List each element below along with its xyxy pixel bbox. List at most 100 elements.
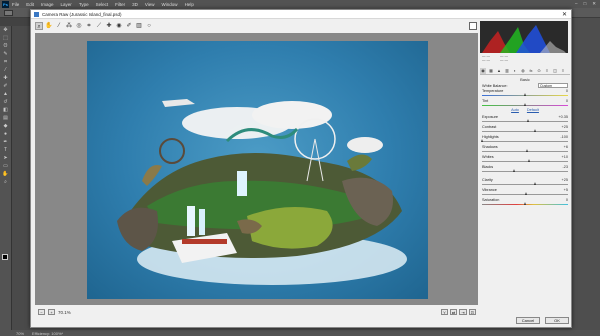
spot-removal-icon[interactable]: ✚ [105, 22, 113, 30]
saturation-value[interactable]: 0 [566, 198, 568, 202]
targeted-adjustment-icon[interactable]: ◎ [75, 22, 83, 30]
blacks-slider-thumb[interactable] [513, 169, 516, 172]
toggle-settings-icon[interactable]: ⊡ [468, 309, 476, 315]
graduated-filter-icon[interactable]: ▥ [135, 22, 143, 30]
saturation-slider-thumb[interactable] [523, 202, 526, 205]
clarity-value[interactable]: +25 [562, 178, 568, 182]
crop-tool-icon[interactable]: ⌗ [85, 22, 93, 30]
tab-presets-icon[interactable]: ≡ [544, 68, 550, 74]
ok-button[interactable]: OK [545, 317, 569, 324]
zoom-in-button[interactable]: + [48, 309, 55, 315]
vibrance-slider[interactable] [482, 192, 568, 196]
before-after-view-icon[interactable]: Y [440, 309, 448, 315]
type-tool-icon[interactable]: T [2, 147, 10, 154]
whites-value[interactable]: +10 [562, 155, 568, 159]
zoom-out-button[interactable]: − [38, 309, 45, 315]
copy-settings-icon[interactable]: ⇥ [459, 309, 467, 315]
whites-slider[interactable] [482, 159, 568, 163]
shadows-slider[interactable] [482, 149, 568, 153]
temperature-slider-thumb[interactable] [523, 93, 526, 96]
eyedropper-tool-icon[interactable]: ⁄ [2, 67, 10, 74]
straighten-tool-icon[interactable]: ⟋ [95, 22, 103, 30]
menu-layer[interactable]: Layer [61, 2, 72, 7]
adjustment-brush-icon[interactable]: ✐ [125, 22, 133, 30]
radial-filter-icon[interactable]: ○ [145, 22, 153, 30]
highlights-value[interactable]: -100 [560, 135, 568, 139]
menu-edit[interactable]: Edit [26, 2, 34, 7]
tool-preset-picker[interactable] [4, 10, 13, 16]
zoom-level[interactable]: 70.1% [58, 310, 71, 315]
vibrance-slider-thumb[interactable] [525, 192, 528, 195]
temperature-slider[interactable] [482, 93, 568, 97]
hand-tool-icon[interactable]: ✋ [2, 171, 10, 178]
swap-settings-icon[interactable]: ⇄ [449, 309, 458, 315]
eraser-tool-icon[interactable]: ◧ [2, 107, 10, 114]
tab-snapshots-icon[interactable]: ◫ [552, 68, 558, 74]
highlights-slider-thumb[interactable] [480, 139, 483, 142]
contrast-value[interactable]: +25 [562, 125, 568, 129]
panel-menu-icon[interactable]: ≡ [560, 68, 566, 74]
menu-select[interactable]: Select [96, 2, 109, 7]
move-tool-icon[interactable]: ✥ [2, 27, 10, 34]
pen-tool-icon[interactable]: ✒ [2, 139, 10, 146]
clarity-slider-thumb[interactable] [533, 182, 536, 185]
white-balance-tool-icon[interactable]: ⁄ [55, 22, 63, 30]
menu-file[interactable]: File [12, 2, 19, 7]
tint-slider-thumb[interactable] [523, 103, 526, 106]
tab-basic-icon[interactable]: ◉ [480, 67, 486, 74]
menu-window[interactable]: Window [162, 2, 178, 7]
cancel-button[interactable]: Cancel [516, 317, 540, 324]
image-preview-area[interactable] [35, 33, 478, 305]
zoom-tool-icon[interactable]: ⌕ [2, 179, 10, 186]
exposure-slider-thumb[interactable] [526, 119, 529, 122]
quick-select-tool-icon[interactable]: ✎ [2, 51, 10, 58]
tab-hsl-icon[interactable]: ▥ [504, 68, 510, 74]
exposure-value[interactable]: +0.35 [558, 115, 568, 119]
color-sampler-icon[interactable]: ⁂ [65, 22, 73, 30]
hand-tool-icon[interactable]: ✋ [45, 22, 53, 30]
highlights-slider[interactable] [480, 139, 568, 143]
contrast-slider[interactable] [482, 129, 568, 133]
lasso-tool-icon[interactable]: ʘ [2, 43, 10, 50]
saturation-slider[interactable] [482, 202, 568, 206]
minimize-icon[interactable]: – [575, 1, 578, 7]
exposure-slider[interactable] [482, 119, 568, 123]
tab-detail-icon[interactable]: ▲ [496, 68, 502, 74]
dodge-tool-icon[interactable]: ● [2, 131, 10, 138]
gradient-tool-icon[interactable]: ▤ [2, 115, 10, 122]
auto-link[interactable]: Auto [511, 108, 519, 112]
brush-tool-icon[interactable]: ✐ [2, 83, 10, 90]
crop-tool-icon[interactable]: ⌗ [2, 59, 10, 66]
tint-slider[interactable] [482, 103, 568, 107]
contrast-slider-thumb[interactable] [533, 129, 536, 132]
path-select-tool-icon[interactable]: ➤ [2, 155, 10, 162]
blacks-slider[interactable] [482, 169, 568, 173]
whites-slider-thumb[interactable] [527, 159, 530, 162]
tab-lens-icon[interactable]: ◍ [520, 68, 526, 74]
default-link[interactable]: Default [527, 108, 539, 112]
dialog-close-icon[interactable]: ✕ [562, 11, 567, 18]
tab-effects-icon[interactable]: fx [528, 68, 534, 74]
export-icon[interactable] [469, 22, 477, 30]
healing-tool-icon[interactable]: ✚ [2, 75, 10, 82]
menu-filter[interactable]: Filter [115, 2, 125, 7]
shape-tool-icon[interactable]: ▭ [2, 163, 10, 170]
foreground-color-swatch[interactable] [2, 254, 8, 260]
red-eye-icon[interactable]: ◉ [115, 22, 123, 30]
stamp-tool-icon[interactable]: ▲ [2, 91, 10, 98]
clarity-slider[interactable] [482, 182, 568, 186]
window-close-icon[interactable]: ✕ [592, 1, 596, 7]
tab-calibration-icon[interactable]: ⊙ [536, 68, 542, 74]
shadows-slider-thumb[interactable] [526, 149, 529, 152]
zoom-tool-icon[interactable]: ⌕ [35, 22, 43, 30]
white-balance-select[interactable]: Custom [538, 83, 568, 88]
tab-split-toning-icon[interactable]: ◐ [512, 68, 518, 74]
history-brush-tool-icon[interactable]: ↺ [2, 99, 10, 106]
menu-type[interactable]: Type [79, 2, 89, 7]
menu-help[interactable]: Help [185, 2, 194, 7]
tab-tone-curve-icon[interactable]: ▦ [488, 68, 494, 74]
temperature-value[interactable]: 0 [566, 89, 568, 93]
blacks-value[interactable]: -23 [563, 165, 569, 169]
menu-view[interactable]: View [145, 2, 155, 7]
maximize-icon[interactable]: □ [584, 1, 587, 7]
